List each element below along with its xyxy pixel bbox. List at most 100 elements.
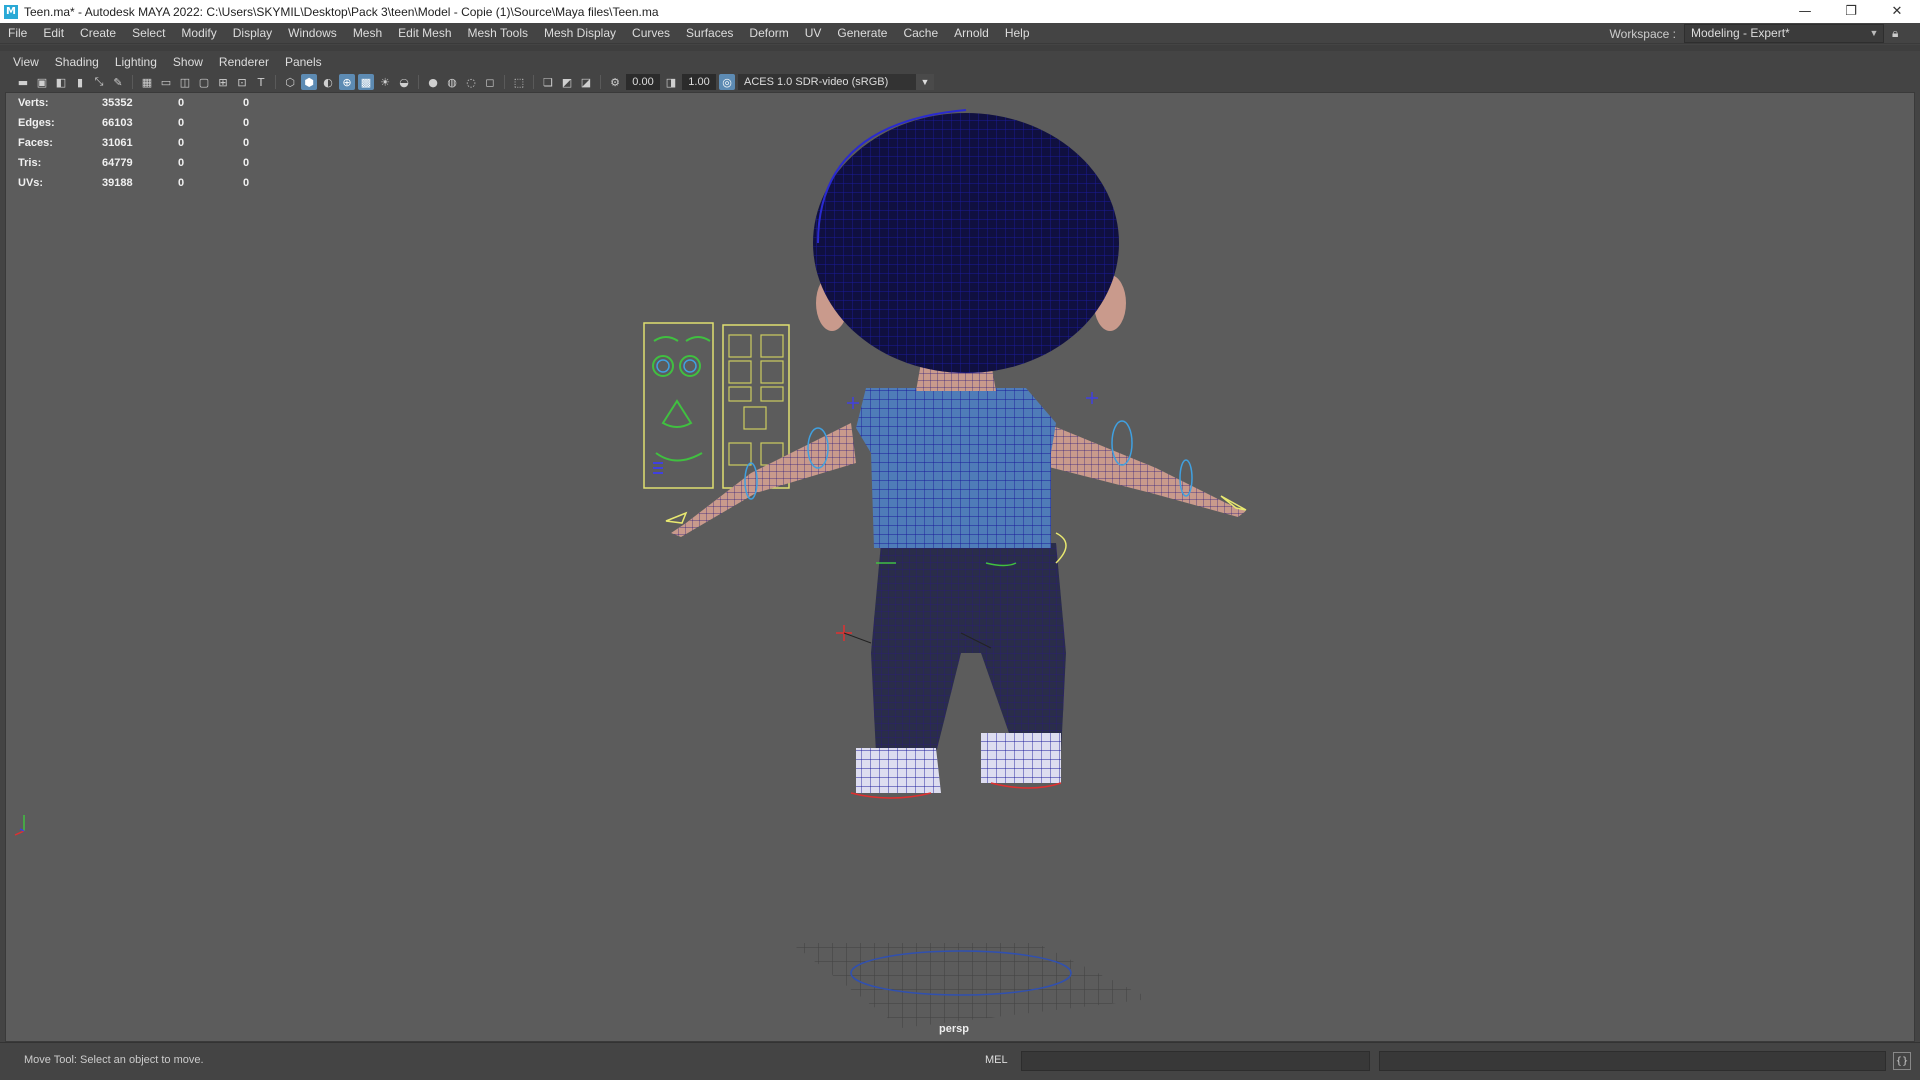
color-management-icon[interactable]: ◎ (719, 74, 735, 90)
hud-row: Edges: 66103 0 0 (18, 113, 283, 133)
menu-help[interactable]: Help (997, 23, 1038, 44)
toolbar-separator (600, 75, 601, 89)
default-material-icon[interactable]: ◐ (320, 74, 336, 90)
camera-name-label: persp (939, 1023, 969, 1035)
menu-surfaces[interactable]: Surfaces (678, 23, 741, 44)
menu-deform[interactable]: Deform (741, 23, 796, 44)
hud-row: UVs: 39188 0 0 (18, 173, 283, 193)
menu-modify[interactable]: Modify (173, 23, 224, 44)
menu-generate[interactable]: Generate (829, 23, 895, 44)
xray-icon[interactable]: ❏ (540, 74, 556, 90)
facial-rig-picker[interactable] (643, 322, 790, 489)
safe-title-icon[interactable]: T (253, 74, 269, 90)
hud-triangle-count: 0 (243, 137, 250, 149)
gate-mask-icon[interactable]: ▢ (196, 74, 212, 90)
camera-attributes-icon[interactable]: ▣ (34, 74, 50, 90)
menu-edit[interactable]: Edit (35, 23, 72, 44)
workspace-value: Modeling - Expert* (1691, 26, 1790, 40)
panel-menu-bar: View Shading Lighting Show Renderer Pane… (5, 52, 1915, 72)
menu-arnold[interactable]: Arnold (946, 23, 997, 44)
gamma-icon[interactable]: ◨ (663, 74, 679, 90)
motion-blur-icon[interactable]: ◍ (444, 74, 460, 90)
exposure-field[interactable]: 0.00 (626, 74, 660, 90)
hud-triangle-count: 0 (243, 117, 250, 129)
panel-menu-view[interactable]: View (5, 55, 47, 69)
panel-menu-panels[interactable]: Panels (277, 55, 330, 69)
wireframe-icon[interactable]: ⬡ (282, 74, 298, 90)
hud-label: Tris: (18, 157, 42, 169)
camera-select-icon[interactable]: ▬ (15, 74, 31, 90)
shadows-icon[interactable]: ◒ (396, 74, 412, 90)
color-space-value: ACES 1.0 SDR-video (sRGB) (744, 76, 889, 88)
command-line-input[interactable] (1021, 1051, 1370, 1071)
xray-active-components-icon[interactable]: ◩ (559, 74, 575, 90)
panel-menu-show[interactable]: Show (165, 55, 211, 69)
hud-label: Faces: (18, 137, 53, 149)
minimize-button[interactable]: — (1782, 0, 1828, 23)
field-chart-icon[interactable]: ⊞ (215, 74, 231, 90)
ground-grid (791, 943, 1151, 1028)
maya-logo-icon: M (4, 4, 18, 19)
chevron-down-icon: ▼ (916, 74, 934, 90)
menu-mesh[interactable]: Mesh (345, 23, 390, 44)
menu-create[interactable]: Create (72, 23, 124, 44)
grid-icon[interactable]: ▦ (139, 74, 155, 90)
menu-mesh-display[interactable]: Mesh Display (536, 23, 624, 44)
panel-menu-renderer[interactable]: Renderer (211, 55, 277, 69)
isolate-select-icon[interactable]: ⬚ (511, 74, 527, 90)
hud-value: 31061 (102, 137, 133, 149)
image-plane-icon[interactable]: ▮ (72, 74, 88, 90)
grease-pencil-icon[interactable]: ✎ (110, 74, 126, 90)
2d-pan-zoom-icon[interactable]: ⤡ (91, 74, 107, 90)
perspective-viewport[interactable]: Verts: 35352 0 0 Edges: 66103 0 0 Faces: 31061 0 0 T… (5, 92, 1915, 1042)
resolution-gate-icon[interactable]: ◫ (177, 74, 193, 90)
film-gate-icon[interactable]: ▭ (158, 74, 174, 90)
ambient-occlusion-icon[interactable]: ● (425, 74, 441, 90)
smooth-shade-icon[interactable]: ⬢ (301, 74, 317, 90)
depth-of-field-icon[interactable]: ◻ (482, 74, 498, 90)
hud-triangle-count: 0 (243, 157, 250, 169)
safe-action-icon[interactable]: ⊡ (234, 74, 250, 90)
menu-cache[interactable]: Cache (895, 23, 946, 44)
hud-label: Verts: (18, 97, 49, 109)
menu-uv[interactable]: UV (797, 23, 830, 44)
panel-menu-shading[interactable]: Shading (47, 55, 107, 69)
gamma-field[interactable]: 1.00 (682, 74, 716, 90)
menu-edit-mesh[interactable]: Edit Mesh (390, 23, 459, 44)
hud-selected-count: 0 (178, 97, 185, 109)
panel-toolbar: ▬ ▣ ◧ ▮ ⤡ ✎ ▦ ▭ ◫ ▢ ⊞ ⊡ T ⬡ ⬢ ◐ ⊕ ▩ ☀ ◒ … (5, 72, 1915, 92)
script-language-toggle[interactable]: MEL (985, 1054, 1008, 1066)
menu-display[interactable]: Display (225, 23, 280, 44)
character-mesh[interactable] (671, 109, 1246, 793)
toolbar-separator (504, 75, 505, 89)
menu-curves[interactable]: Curves (624, 23, 678, 44)
panel-menu-lighting[interactable]: Lighting (107, 55, 165, 69)
title-bar: M Teen.ma* - Autodesk MAYA 2022: C:\User… (0, 0, 1920, 23)
script-editor-icon[interactable]: {} (1893, 1052, 1911, 1070)
hud-selected-count: 0 (178, 117, 185, 129)
restore-button[interactable]: ❐ (1828, 0, 1874, 23)
hud-triangle-count: 0 (243, 97, 250, 109)
menu-select[interactable]: Select (124, 23, 173, 44)
menu-mesh-tools[interactable]: Mesh Tools (460, 23, 536, 44)
anti-aliasing-icon[interactable]: ◌ (463, 74, 479, 90)
use-all-lights-icon[interactable]: ☀ (377, 74, 393, 90)
wireframe-on-shaded-icon[interactable]: ⊕ (339, 74, 355, 90)
workspace-dropdown[interactable]: Modeling - Expert* ▼ (1684, 24, 1884, 43)
color-space-dropdown[interactable]: ACES 1.0 SDR-video (sRGB) ▼ (738, 74, 934, 90)
menu-file[interactable]: File (0, 23, 35, 44)
textured-icon[interactable]: ▩ (358, 74, 374, 90)
bookmark-icon[interactable]: ◧ (53, 74, 69, 90)
hud-row: Faces: 31061 0 0 (18, 133, 283, 153)
toolbar-separator (418, 75, 419, 89)
xray-joints-icon[interactable]: ◪ (578, 74, 594, 90)
close-button[interactable]: ✕ (1874, 0, 1920, 23)
toolbar-separator (533, 75, 534, 89)
hud-label: UVs: (18, 177, 44, 189)
menu-windows[interactable]: Windows (280, 23, 345, 44)
lock-icon[interactable]: 🔒︎ (1892, 26, 1906, 42)
exposure-icon[interactable]: ⚙ (607, 74, 623, 90)
hud-value: 64779 (102, 157, 133, 169)
status-bar: Move Tool: Select an object to move. MEL… (0, 1042, 1920, 1080)
workspace-label: Workspace : (1609, 26, 1676, 41)
